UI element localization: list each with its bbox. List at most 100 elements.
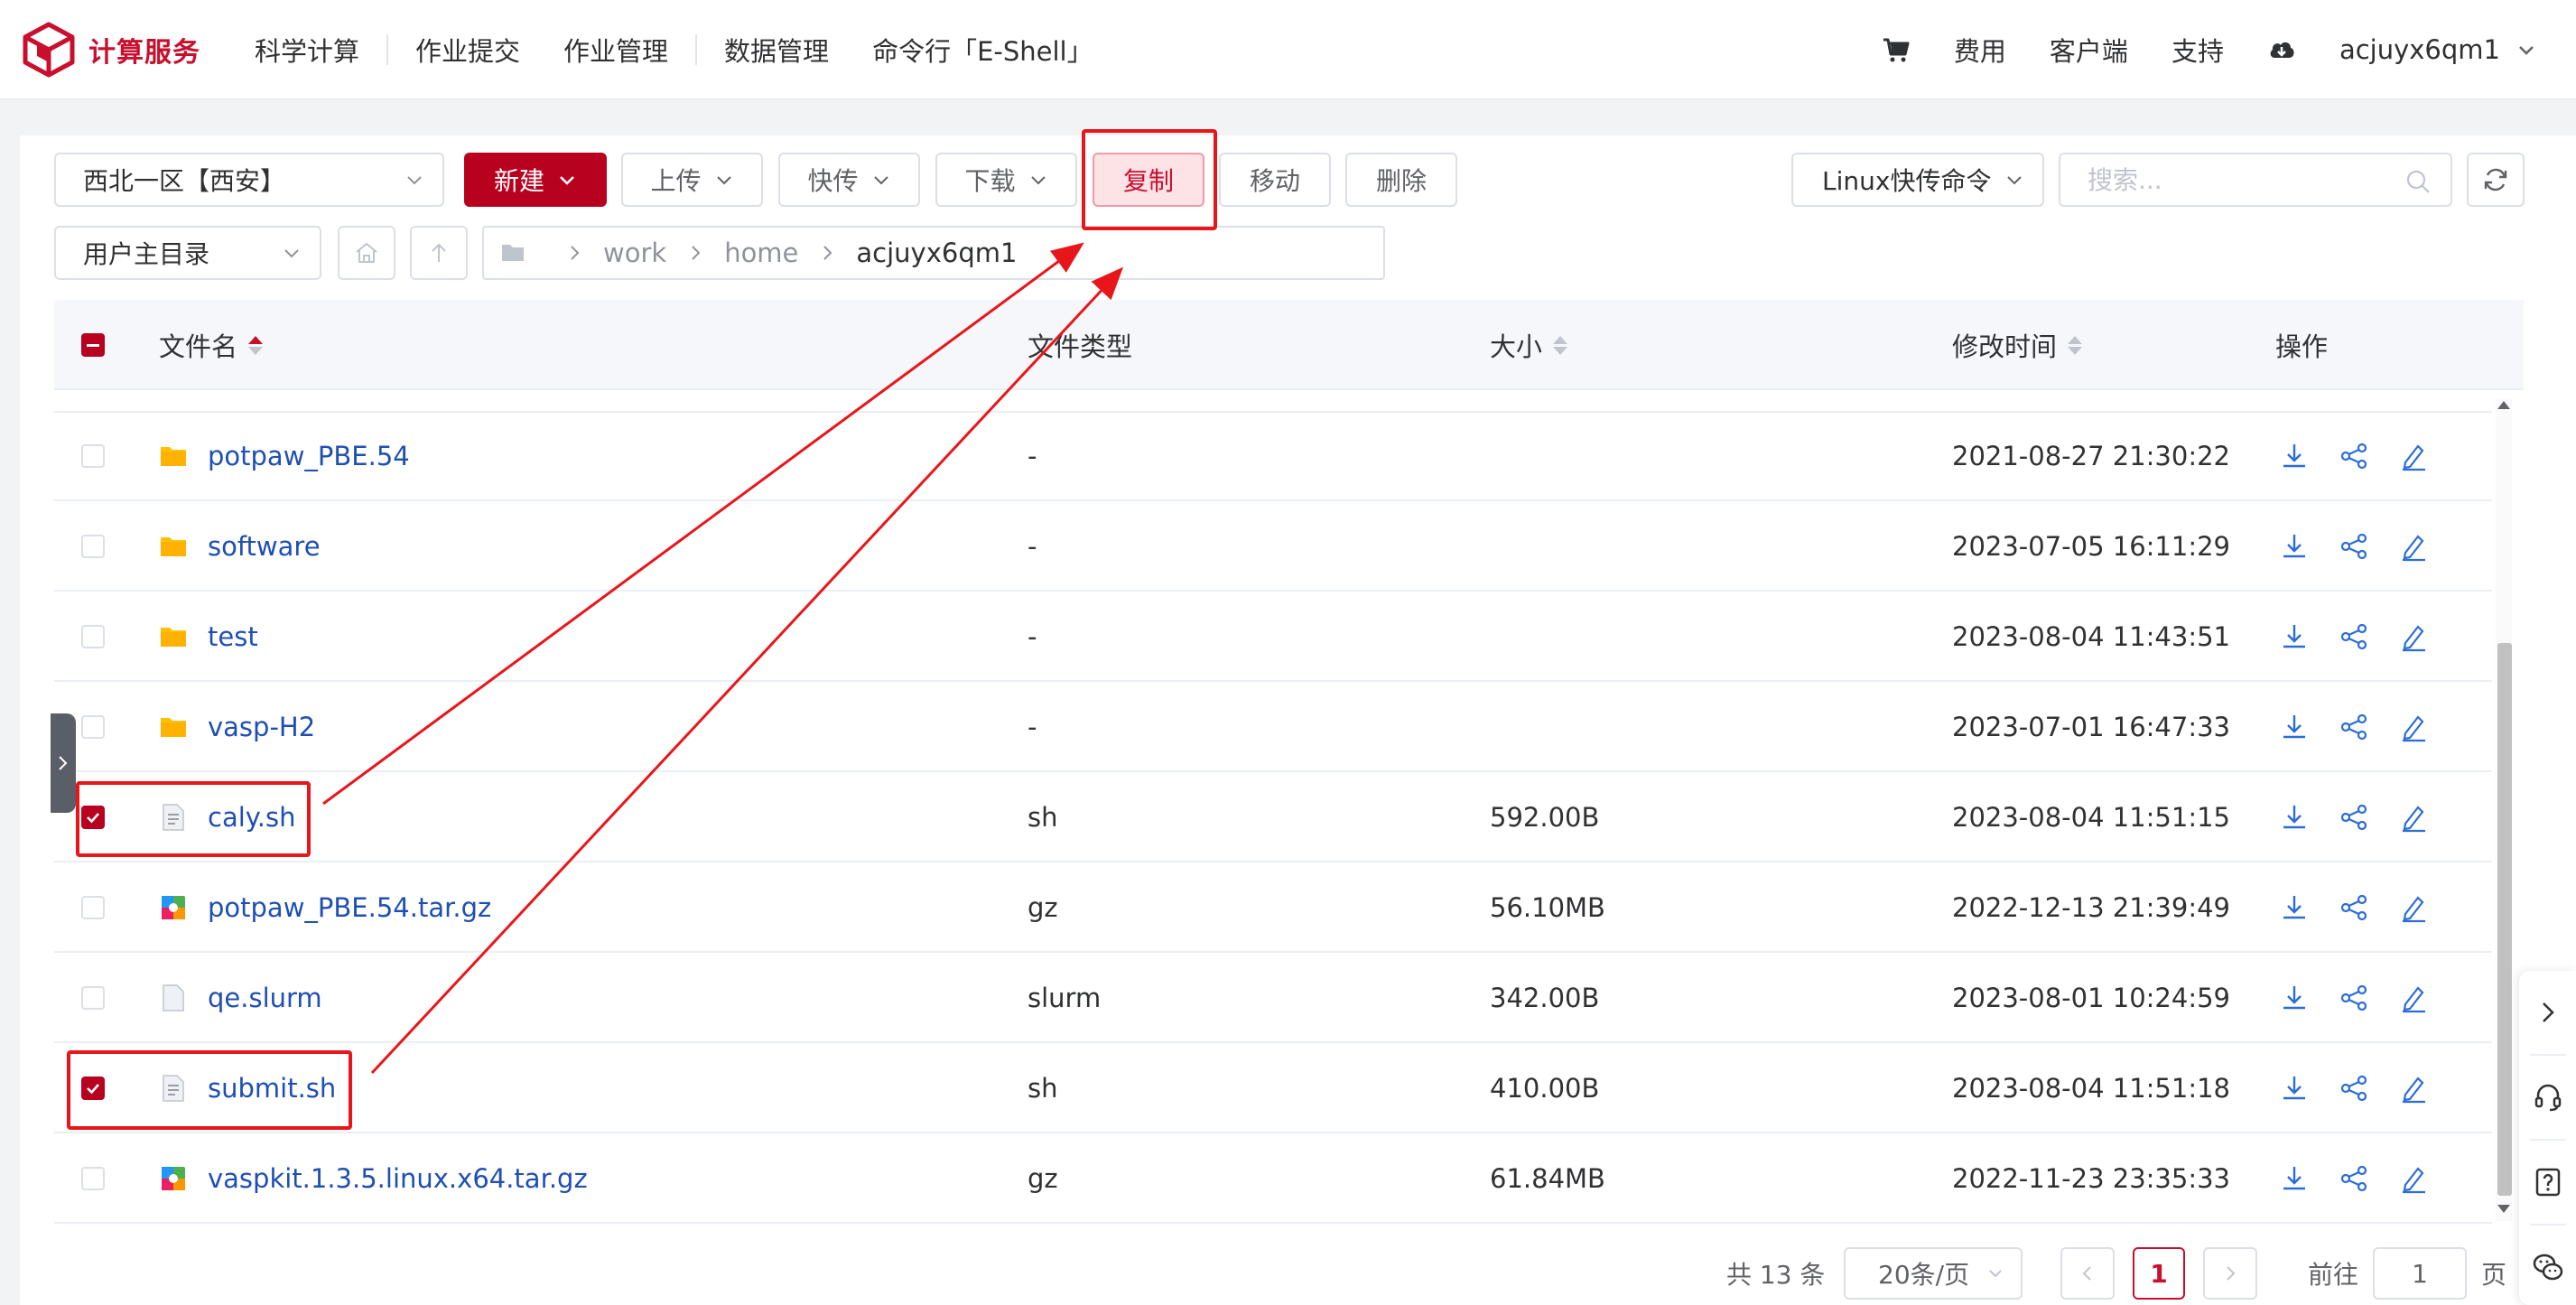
file-name-link[interactable]: potpaw_PBE.54.tar.gz — [208, 892, 491, 923]
delete-button[interactable]: 删除 — [1345, 153, 1457, 207]
collapse-float-button[interactable] — [2519, 971, 2576, 1054]
download-icon[interactable] — [2279, 983, 2310, 1013]
file-name-link[interactable]: vasp-H2 — [208, 712, 315, 742]
column-header-size[interactable]: 大小 — [1490, 300, 1568, 390]
home-dir-select[interactable]: 用户主目录 — [54, 226, 321, 280]
breadcrumb-item[interactable]: work — [603, 238, 666, 268]
file-name-link[interactable]: vaspkit.1.3.5.linux.x64.tar.gz — [208, 1163, 588, 1194]
file-name-link[interactable]: qe.slurm — [208, 983, 322, 1013]
cloud-download-button[interactable] — [2267, 35, 2296, 64]
file-name-link[interactable]: potpaw_PBE.54 — [208, 441, 410, 471]
download-button[interactable]: 下载 — [935, 153, 1077, 207]
share-icon[interactable] — [2339, 441, 2369, 471]
row-checkbox[interactable] — [81, 625, 105, 648]
file-name-link[interactable]: caly.sh — [208, 802, 296, 833]
wechat-button[interactable] — [2519, 1226, 2576, 1305]
file-name-link[interactable]: test — [208, 621, 258, 652]
row-checkbox[interactable] — [81, 535, 105, 558]
column-header-name[interactable]: 文件名 — [159, 300, 264, 390]
share-icon[interactable] — [2339, 1163, 2369, 1194]
table-row[interactable]: qe.slurm slurm 342.00B 2023-08-01 10:24:59 — [54, 953, 2492, 1043]
breadcrumb-current[interactable]: acjuyx6qm1 — [856, 238, 1017, 268]
share-icon[interactable] — [2339, 712, 2369, 742]
edit-icon[interactable] — [2398, 621, 2429, 652]
row-checkbox[interactable] — [81, 715, 105, 739]
share-icon[interactable] — [2339, 892, 2369, 923]
edit-icon[interactable] — [2398, 892, 2429, 923]
share-icon[interactable] — [2339, 983, 2369, 1013]
download-icon[interactable] — [2279, 531, 2310, 562]
refresh-button[interactable] — [2467, 153, 2525, 207]
row-checkbox[interactable] — [81, 986, 105, 1010]
sort-icon[interactable] — [248, 335, 264, 355]
brand-logo[interactable]: 计算服务 — [22, 22, 200, 78]
column-header-mtime[interactable]: 修改时间 — [1952, 300, 2083, 390]
edit-icon[interactable] — [2398, 441, 2429, 471]
share-icon[interactable] — [2339, 531, 2369, 562]
next-page-button[interactable] — [2203, 1246, 2257, 1300]
region-select[interactable]: 西北一区【西安】 — [54, 153, 444, 207]
home-button[interactable] — [338, 226, 395, 280]
share-icon[interactable] — [2339, 621, 2369, 652]
table-row[interactable]: test - 2023-08-04 11:43:51 — [54, 592, 2492, 682]
cart-button[interactable] — [1882, 35, 1911, 64]
download-icon[interactable] — [2279, 441, 2310, 471]
download-icon[interactable] — [2279, 621, 2310, 652]
edit-icon[interactable] — [2398, 1163, 2429, 1194]
download-icon[interactable] — [2279, 712, 2310, 742]
search-icon[interactable] — [2405, 169, 2431, 194]
nav-job-manage[interactable]: 作业管理 — [542, 31, 690, 69]
select-all-checkbox[interactable] — [81, 333, 105, 357]
search-input[interactable] — [2060, 154, 2385, 205]
scrollbar-thumb[interactable] — [2497, 643, 2512, 1196]
linux-command-select[interactable]: Linux快传命令 — [1791, 153, 2044, 207]
up-level-button[interactable] — [410, 226, 468, 280]
nav-job-submit[interactable]: 作业提交 — [394, 31, 542, 69]
sidebar-toggle[interactable] — [51, 713, 76, 813]
table-scrollbar[interactable] — [2492, 390, 2516, 1230]
download-icon[interactable] — [2279, 802, 2310, 833]
row-checkbox[interactable] — [81, 806, 105, 829]
row-checkbox[interactable] — [81, 896, 105, 919]
share-icon[interactable] — [2339, 802, 2369, 833]
table-row[interactable]: vaspkit.1.3.5.linux.x64.tar.gz gz 61.84MB 2… — [54, 1133, 2492, 1224]
goto-page-input[interactable]: 1 — [2373, 1247, 2468, 1300]
row-checkbox[interactable] — [81, 1077, 105, 1100]
fast-transfer-button[interactable]: 快传 — [778, 153, 920, 207]
upload-button[interactable]: 上传 — [621, 153, 763, 207]
download-icon[interactable] — [2279, 1163, 2310, 1194]
fee-link[interactable]: 费用 — [1954, 31, 2006, 69]
copy-button[interactable]: 复制 — [1093, 153, 1204, 207]
sort-icon[interactable] — [1553, 335, 1568, 355]
download-icon[interactable] — [2279, 1073, 2310, 1104]
sort-icon[interactable] — [2068, 335, 2083, 355]
move-button[interactable]: 移动 — [1219, 153, 1331, 207]
table-row[interactable]: vasp-H2 - 2023-07-01 16:47:33 — [54, 682, 2492, 772]
page-number-current[interactable]: 1 — [2133, 1246, 2185, 1300]
scroll-up-arrow[interactable] — [2497, 401, 2510, 409]
customer-service-button[interactable] — [2519, 1056, 2576, 1139]
row-checkbox[interactable] — [81, 444, 105, 468]
table-row[interactable]: caly.sh sh 592.00B 2023-08-04 11:51:15 — [54, 772, 2492, 862]
table-row[interactable]: software - 2023-07-05 16:11:29 — [54, 501, 2492, 592]
nav-eshell[interactable]: 命令行「E-Shell」 — [851, 31, 1115, 69]
table-row[interactable]: potpaw_PBE.54.tar.gz gz 56.10MB 2022-12-13 … — [54, 862, 2492, 953]
help-button[interactable] — [2519, 1141, 2576, 1224]
prev-page-button[interactable] — [2060, 1246, 2115, 1300]
new-button[interactable]: 新建 — [464, 153, 607, 207]
edit-icon[interactable] — [2398, 1073, 2429, 1104]
page-size-select[interactable]: 20条/页 — [1844, 1246, 2023, 1300]
nav-data-manage[interactable]: 数据管理 — [702, 31, 851, 69]
edit-icon[interactable] — [2398, 983, 2429, 1013]
client-link[interactable]: 客户端 — [2050, 31, 2128, 69]
support-link[interactable]: 支持 — [2171, 31, 2224, 69]
share-icon[interactable] — [2339, 1073, 2369, 1104]
edit-icon[interactable] — [2398, 712, 2429, 742]
table-row[interactable]: potpaw_PBE.54 - 2021-08-27 21:30:22 — [54, 411, 2492, 501]
user-menu[interactable]: acjuyx6qm1 — [2339, 34, 2536, 65]
file-name-link[interactable]: submit.sh — [208, 1073, 336, 1104]
scroll-down-arrow[interactable] — [2497, 1205, 2510, 1213]
edit-icon[interactable] — [2398, 531, 2429, 562]
download-icon[interactable] — [2279, 892, 2310, 923]
edit-icon[interactable] — [2398, 802, 2429, 833]
